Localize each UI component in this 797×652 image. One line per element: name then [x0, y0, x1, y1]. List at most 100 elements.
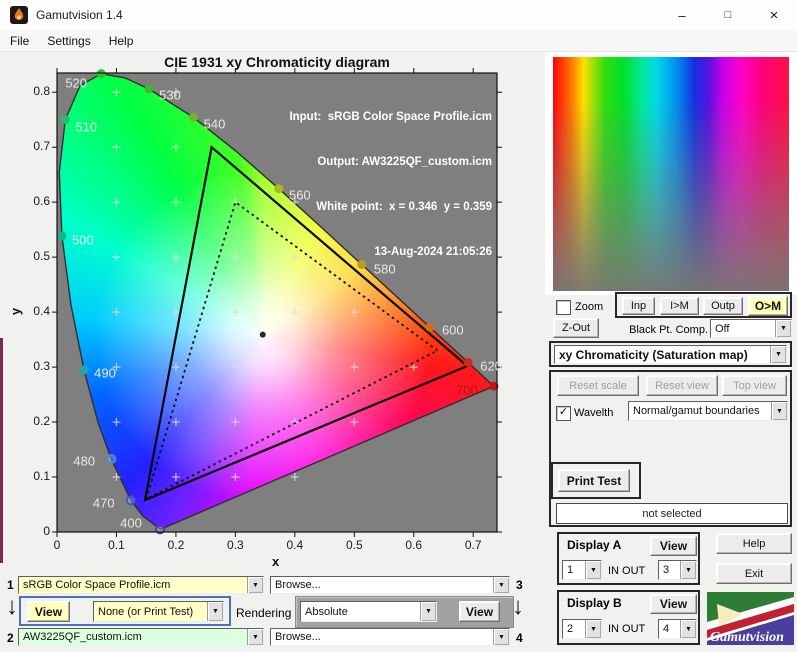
plot-overlay — [52, 68, 502, 537]
minimize-button[interactable]: – — [659, 0, 705, 30]
display-b-out-select[interactable]: 4 ▼ — [658, 619, 697, 639]
x-tick-label: 0.1 — [108, 538, 125, 552]
browse-output-select[interactable]: Browse... ▼ — [270, 628, 510, 646]
saturation-map-image[interactable] — [553, 57, 789, 291]
rendering-intent-select[interactable]: Absolute ▼ — [300, 601, 437, 622]
grid-cross — [290, 418, 299, 427]
grid-cross — [350, 418, 359, 427]
output-profile-select[interactable]: AW3225QF_custom.icm ▼ — [18, 628, 264, 646]
view-mode-select[interactable]: xy Chromaticity (Saturation map) ▼ — [554, 345, 787, 364]
black-point-comp-value: Off — [715, 322, 730, 335]
display-a-in-select[interactable]: 1 ▼ — [562, 560, 602, 580]
chevron-down-icon[interactable]: ▼ — [585, 561, 601, 579]
test-pattern-select[interactable]: None (or Print Test) ▼ — [93, 601, 224, 622]
chevron-down-icon[interactable]: ▼ — [771, 402, 787, 420]
input-to-monitor-button[interactable]: I>M — [660, 297, 699, 315]
title-bar: Gamutvision 1.4 – □ × — [0, 0, 797, 31]
zoom-checkbox[interactable] — [556, 300, 571, 315]
wavelength-dot — [144, 84, 154, 94]
menu-settings[interactable]: Settings — [47, 34, 90, 48]
x-tick-label: 0.7 — [464, 538, 482, 552]
view-input-button[interactable]: View — [27, 601, 70, 622]
display-b-inout-label: IN OUT — [608, 623, 646, 635]
display-a-view-button[interactable]: View — [650, 536, 697, 556]
wavelength-label: 520 — [65, 75, 88, 91]
wavelength-dot — [60, 115, 70, 125]
plot-border — [56, 72, 498, 533]
test-pattern-value: None (or Print Test) — [98, 605, 194, 618]
reset-view-button[interactable]: Reset view — [646, 375, 718, 396]
slot3-number: 3 — [516, 578, 523, 592]
display-a-out-select[interactable]: 3 ▼ — [658, 560, 697, 580]
grid-cross — [409, 363, 418, 372]
wavelength-dot — [189, 112, 199, 122]
display-a-out-value: 3 — [663, 564, 670, 576]
grid-cross — [350, 363, 359, 372]
wavelength-label: 480 — [73, 453, 96, 469]
grid-cross — [231, 253, 240, 262]
grid-cross — [112, 88, 121, 97]
display-b-in-select[interactable]: 2 ▼ — [562, 619, 602, 639]
wavelength-dot — [106, 454, 117, 465]
browse-input-select[interactable]: Browse... ▼ — [270, 576, 510, 594]
chevron-down-icon[interactable]: ▼ — [585, 620, 601, 638]
wavelength-dot — [79, 365, 89, 375]
display-b-label: Display B — [567, 596, 622, 610]
help-button[interactable]: Help — [716, 533, 792, 554]
menu-file[interactable]: File — [10, 34, 29, 48]
y-tick-label: 0.1 — [33, 469, 50, 484]
reset-scale-button[interactable]: Reset scale — [557, 375, 639, 396]
grid-cross — [112, 198, 121, 207]
gamutvision-logo: Gamutvision — [707, 592, 794, 645]
grid-cross — [171, 308, 180, 317]
white-point-dot — [259, 331, 266, 338]
display-a-in-value: 1 — [567, 564, 574, 576]
y-tick-label: 0.6 — [33, 194, 50, 209]
zoom-out-button[interactable]: Z-Out — [553, 318, 599, 338]
x-tick-label: 0.5 — [345, 538, 363, 552]
wavelength-dot — [425, 322, 435, 332]
grid-cross — [112, 308, 121, 317]
black-point-comp-select[interactable]: Off ▼ — [710, 319, 792, 338]
wavelength-checkbox[interactable]: ✓ — [556, 406, 571, 421]
grid-cross — [112, 253, 121, 262]
slot2-number: 2 — [7, 631, 14, 645]
chevron-down-icon[interactable]: ▼ — [493, 577, 509, 593]
chevron-down-icon[interactable]: ▼ — [493, 629, 509, 645]
wavelength-label: 400 — [120, 515, 142, 531]
maximize-button[interactable]: □ — [705, 0, 751, 30]
chevron-down-icon[interactable]: ▼ — [247, 577, 263, 593]
wavelength-dot — [357, 260, 367, 270]
display-b-view-button[interactable]: View — [650, 594, 697, 614]
y-tick-label: 0.4 — [33, 304, 50, 319]
x-tick-label: 0.4 — [286, 538, 304, 552]
view-output-button[interactable]: View — [459, 601, 500, 622]
chevron-down-icon[interactable]: ▼ — [770, 346, 786, 363]
down-arrow-icon: ↓ — [6, 593, 18, 620]
grid-cross — [290, 473, 299, 482]
output-button[interactable]: Outp — [703, 297, 743, 315]
chevron-down-icon[interactable]: ▼ — [680, 561, 696, 579]
close-button[interactable]: × — [751, 0, 797, 30]
chevron-down-icon[interactable]: ▼ — [420, 602, 436, 621]
wavelength-checkbox-label: Wavelth — [574, 407, 614, 419]
black-point-comp-label: Black Pt. Comp. — [629, 324, 708, 336]
top-view-button[interactable]: Top view — [722, 375, 787, 396]
chevron-down-icon[interactable]: ▼ — [775, 320, 791, 337]
output-to-monitor-button[interactable]: O>M — [748, 296, 788, 316]
down-arrow-icon: ↓ — [512, 593, 524, 620]
chevron-down-icon[interactable]: ▼ — [680, 620, 696, 638]
chromaticity-plot[interactable]: Input: sRGB Color Space Profile.icm Outp… — [52, 68, 502, 537]
exit-button[interactable]: Exit — [716, 563, 792, 584]
y-tick-label: 0.2 — [33, 414, 50, 429]
selection-status-field: not selected — [556, 503, 788, 524]
input-button[interactable]: Inp — [622, 297, 655, 315]
print-test-button[interactable]: Print Test — [558, 469, 630, 492]
grid-cross — [112, 143, 121, 152]
slot1-number: 1 — [7, 578, 14, 592]
chevron-down-icon[interactable]: ▼ — [247, 629, 263, 645]
chevron-down-icon[interactable]: ▼ — [207, 602, 223, 621]
boundaries-select[interactable]: Normal/gamut boundaries ▼ — [628, 401, 788, 421]
menu-help[interactable]: Help — [109, 34, 134, 48]
input-profile-select[interactable]: sRGB Color Space Profile.icm ▼ — [18, 576, 264, 594]
